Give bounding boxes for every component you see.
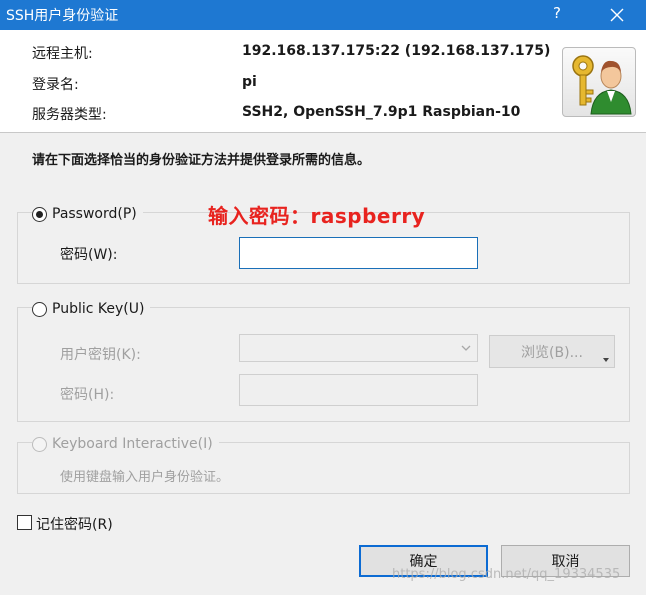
server-type-label: 服务器类型: bbox=[32, 107, 107, 123]
password-radio[interactable]: Password(P) bbox=[32, 204, 143, 224]
user-key-icon bbox=[562, 47, 636, 117]
host-info-panel: 远程主机: 192.168.137.175:22 (192.168.137.17… bbox=[0, 30, 646, 133]
title-bar: SSH用户身份验证 ? bbox=[0, 0, 646, 30]
passphrase-label: 密码(H): bbox=[60, 387, 115, 403]
keyboard-interactive-radio[interactable]: Keyboard Interactive(I) bbox=[32, 434, 219, 454]
password-annotation: 输入密码：raspberry bbox=[208, 204, 426, 228]
browse-button-label: 浏览(B)... bbox=[521, 344, 583, 361]
public-key-radio-label: Public Key(U) bbox=[52, 301, 145, 317]
password-input[interactable] bbox=[239, 237, 478, 269]
remote-host-label: 远程主机: bbox=[32, 46, 93, 62]
remember-password-checkbox[interactable] bbox=[17, 515, 32, 530]
user-key-select[interactable] bbox=[239, 334, 478, 362]
dropdown-arrow-icon bbox=[603, 358, 609, 362]
browse-button[interactable]: 浏览(B)... bbox=[489, 335, 615, 368]
login-value: pi bbox=[242, 74, 257, 90]
close-button[interactable] bbox=[600, 0, 634, 30]
server-type-value: SSH2, OpenSSH_7.9p1 Raspbian-10 bbox=[242, 104, 521, 120]
password-field-label: 密码(W): bbox=[60, 247, 118, 263]
login-label: 登录名: bbox=[32, 77, 79, 93]
password-radio-label: Password(P) bbox=[52, 206, 137, 222]
remote-host-value: 192.168.137.175:22 (192.168.137.175) bbox=[242, 43, 551, 59]
radio-checked-icon bbox=[32, 206, 47, 222]
keyboard-interactive-label: Keyboard Interactive(I) bbox=[52, 436, 213, 452]
remember-password-label: 记住密码(R) bbox=[36, 517, 113, 533]
instruction-text: 请在下面选择恰当的身份验证方法并提供登录所需的信息。 bbox=[32, 153, 371, 168]
watermark-text: https://blog.csdn.net/qq_19334535 bbox=[392, 567, 621, 582]
chevron-down-icon bbox=[461, 345, 471, 351]
keyboard-interactive-description: 使用键盘输入用户身份验证。 bbox=[60, 470, 230, 485]
public-key-radio[interactable]: Public Key(U) bbox=[32, 299, 151, 319]
close-icon bbox=[610, 8, 624, 22]
radio-unchecked-icon bbox=[32, 301, 47, 317]
user-key-label: 用户密钥(K): bbox=[60, 347, 141, 363]
window-title: SSH用户身份验证 bbox=[6, 8, 119, 24]
passphrase-input[interactable] bbox=[239, 374, 478, 406]
help-button[interactable]: ? bbox=[553, 4, 561, 22]
radio-disabled-icon bbox=[32, 436, 47, 452]
